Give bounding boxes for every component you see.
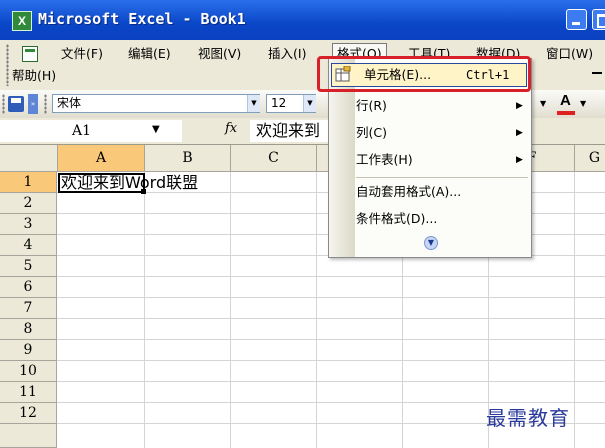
grid-line bbox=[57, 318, 605, 319]
document-minimize-icon[interactable] bbox=[592, 72, 602, 74]
sheet-icon[interactable] bbox=[22, 46, 38, 62]
toolbar-grip[interactable] bbox=[2, 94, 5, 114]
fill-handle[interactable] bbox=[141, 189, 146, 194]
grid-line bbox=[57, 276, 605, 277]
grid-line bbox=[57, 339, 605, 340]
format-row-item[interactable]: 行(R) bbox=[356, 95, 387, 117]
row-header-5[interactable]: 5 bbox=[0, 256, 57, 277]
row-header-9[interactable]: 9 bbox=[0, 340, 57, 361]
row-header-13[interactable] bbox=[0, 424, 57, 448]
active-cell-a1[interactable] bbox=[58, 173, 145, 193]
toolbar-options-icon[interactable]: » bbox=[28, 94, 38, 114]
menu-insert[interactable]: 插入(I) bbox=[268, 44, 306, 64]
name-box-value: A1 bbox=[72, 123, 92, 139]
select-all-corner[interactable] bbox=[0, 145, 58, 172]
menu-help[interactable]: 帮助(H) bbox=[12, 66, 56, 86]
submenu-arrow-icon: ▶ bbox=[516, 155, 523, 165]
name-box-dropdown-icon[interactable]: ▼ bbox=[152, 124, 160, 135]
formula-input[interactable]: 欢迎来到 bbox=[250, 120, 336, 142]
font-name-value: 宋体 bbox=[57, 96, 82, 110]
window-title: Microsoft Excel - Book1 bbox=[38, 10, 246, 28]
submenu-arrow-icon: ▶ bbox=[516, 101, 523, 111]
row-header-12[interactable]: 12 bbox=[0, 403, 57, 424]
menu-grip[interactable] bbox=[6, 44, 9, 86]
row-header-7[interactable]: 7 bbox=[0, 298, 57, 319]
toolbar-grip-2[interactable] bbox=[44, 94, 47, 114]
submenu-arrow-icon: ▶ bbox=[516, 128, 523, 138]
row-header-6[interactable]: 6 bbox=[0, 277, 57, 298]
grid-line bbox=[57, 360, 605, 361]
row-header-8[interactable]: 8 bbox=[0, 319, 57, 340]
autoformat-item[interactable]: 自动套用格式(A)... bbox=[356, 181, 461, 203]
menu-file[interactable]: 文件(F) bbox=[61, 44, 103, 64]
insert-function-icon[interactable]: fx bbox=[225, 121, 237, 136]
font-size-dropdown-icon[interactable]: ▼ bbox=[303, 95, 316, 112]
font-color-swatch bbox=[557, 111, 575, 115]
menu-separator bbox=[356, 177, 528, 178]
conditional-formatting-item[interactable]: 条件格式(D)... bbox=[356, 208, 437, 230]
expand-menu-icon[interactable]: ▼ bbox=[424, 236, 438, 250]
watermark: 最需教育 bbox=[486, 406, 570, 430]
grid-line bbox=[57, 381, 605, 382]
format-sheet-item[interactable]: 工作表(H) bbox=[356, 149, 413, 171]
column-header-a[interactable]: A bbox=[58, 145, 145, 172]
row-header-10[interactable]: 10 bbox=[0, 361, 57, 382]
fill-color-dropdown-icon[interactable]: ▼ bbox=[540, 99, 546, 108]
column-header-b[interactable]: B bbox=[145, 145, 231, 172]
annotation-highlight-box bbox=[317, 56, 531, 92]
row-header-11[interactable]: 11 bbox=[0, 382, 57, 403]
menu-view[interactable]: 视图(V) bbox=[198, 44, 241, 64]
font-name-select[interactable]: 宋体 bbox=[52, 94, 260, 113]
column-header-g[interactable]: G bbox=[575, 145, 605, 172]
row-header-1[interactable]: 1 bbox=[0, 172, 57, 193]
grid-line bbox=[57, 297, 605, 298]
column-header-c[interactable]: C bbox=[231, 145, 317, 172]
minimize-button[interactable] bbox=[566, 9, 587, 30]
font-name-dropdown-icon[interactable]: ▼ bbox=[247, 95, 260, 112]
excel-app-icon[interactable]: X bbox=[12, 11, 32, 31]
font-size-value: 12 bbox=[271, 96, 287, 110]
row-header-4[interactable]: 4 bbox=[0, 235, 57, 256]
font-color-icon[interactable]: A bbox=[560, 92, 571, 109]
maximize-button[interactable] bbox=[592, 9, 605, 30]
menu-edit[interactable]: 编辑(E) bbox=[128, 44, 171, 64]
row-header-3[interactable]: 3 bbox=[0, 214, 57, 235]
format-column-item[interactable]: 列(C) bbox=[356, 122, 387, 144]
row-header-2[interactable]: 2 bbox=[0, 193, 57, 214]
menu-window[interactable]: 窗口(W) bbox=[546, 44, 593, 64]
save-icon[interactable] bbox=[8, 96, 24, 112]
font-color-dropdown-icon[interactable]: ▼ bbox=[580, 99, 586, 108]
